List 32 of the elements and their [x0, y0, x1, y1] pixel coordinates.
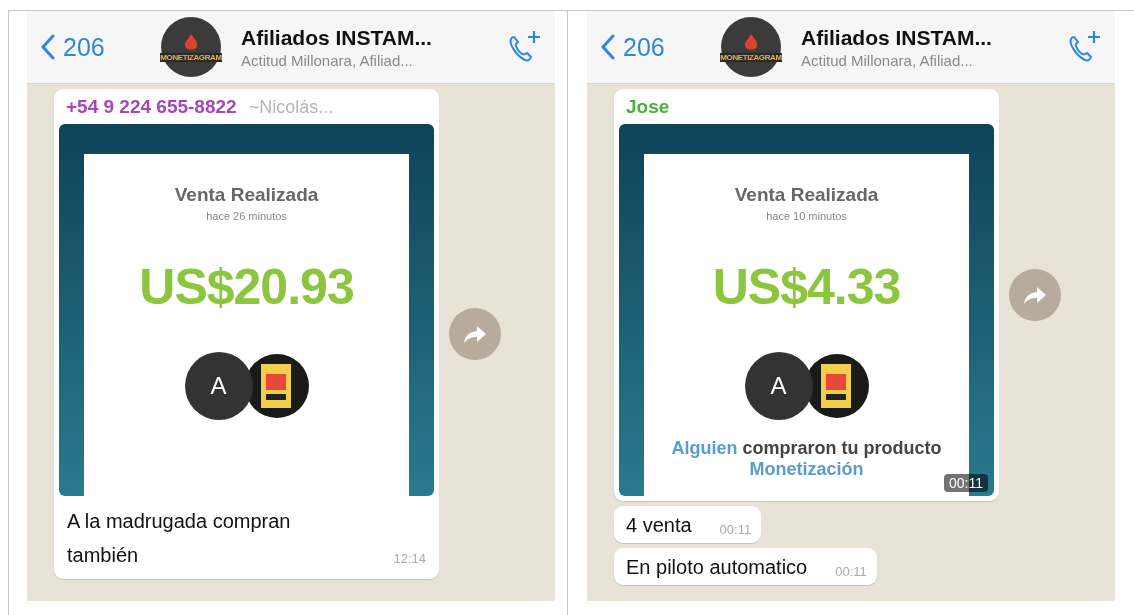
avatar-logo-text: MONETIZAGRAM: [160, 52, 222, 62]
message-text: A la madrugada compran también: [67, 509, 292, 568]
chat-members: Actitud Millonara, Afiliad...: [241, 51, 414, 69]
buyer-avatar: A: [184, 352, 253, 420]
message-time: 12:14: [393, 551, 426, 566]
shared-image[interactable]: Venta Realizada hace 26 minutos US$20.93 A: [59, 124, 434, 496]
sale-amount: US$20.93: [139, 258, 354, 316]
forward-button[interactable]: [449, 308, 501, 360]
message-text: En piloto automatico: [626, 556, 808, 579]
avatar-logo-text: MONETIZAGRAM: [720, 52, 782, 62]
message-time: 00:11: [835, 564, 867, 579]
sale-time-ago: hace 10 minutos: [766, 210, 847, 222]
sender-alias: ~Nicolás...: [248, 97, 334, 118]
sale-time-ago: hace 26 minutos: [206, 210, 287, 222]
message-text: 4 venta: [626, 514, 692, 537]
message-time: 00:11: [719, 522, 752, 537]
share-arrow-icon: [1023, 285, 1047, 305]
group-avatar[interactable]: MONETIZAGRAM: [721, 17, 781, 77]
chevron-left-icon: [41, 34, 55, 60]
sale-title: Venta Realizada: [734, 184, 879, 206]
sale-amount: US$4.33: [712, 258, 901, 316]
sale-title: Venta Realizada: [174, 184, 319, 206]
chat-title[interactable]: Afiliados INSTAM...: [801, 25, 1055, 50]
buyer-avatar: A: [744, 352, 813, 420]
chat-members: Actitud Millonara, Afiliad...: [801, 51, 974, 69]
forward-button[interactable]: [1009, 269, 1061, 321]
chevron-left-icon: [601, 34, 615, 60]
sale-message: Alguien compraron tu producto Monetización: [670, 438, 943, 480]
sender-name[interactable]: +54 9 224 655-8822: [66, 96, 237, 118]
chat-title[interactable]: Afiliados INSTAM...: [241, 25, 495, 50]
share-arrow-icon: [463, 324, 487, 344]
group-avatar[interactable]: MONETIZAGRAM: [161, 17, 221, 77]
